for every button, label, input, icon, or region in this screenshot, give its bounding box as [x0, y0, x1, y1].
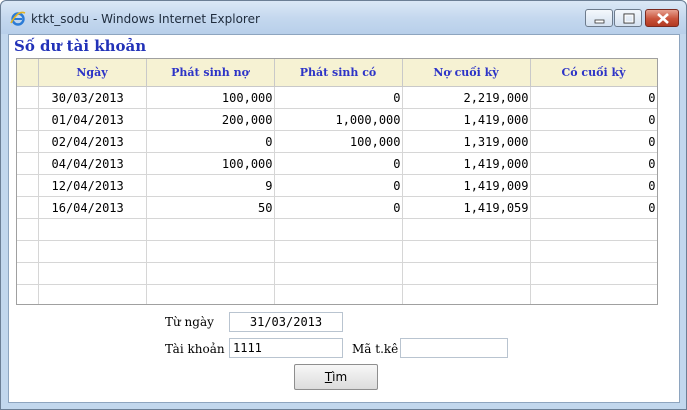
empty-cell[interactable]: [146, 262, 275, 285]
empty-cell[interactable]: [38, 218, 147, 241]
cell-credit[interactable]: 0: [274, 86, 403, 109]
account-label: Tài khoản: [165, 342, 225, 356]
table-row[interactable]: 04/04/2013 100,000 0 1,419,000 0: [17, 152, 657, 175]
row-selector[interactable]: [17, 240, 39, 263]
column-header-date[interactable]: Ngày: [38, 59, 147, 87]
empty-cell[interactable]: [146, 284, 275, 304]
cell-date[interactable]: 12/04/2013: [38, 174, 147, 197]
cell-end-credit[interactable]: 0: [530, 86, 657, 109]
empty-cell[interactable]: [38, 240, 147, 263]
column-header-selector: [17, 59, 39, 87]
cell-end-credit[interactable]: 0: [530, 152, 657, 175]
cell-end-debit[interactable]: 2,219,000: [402, 86, 531, 109]
column-header-end-credit[interactable]: Có cuối kỳ: [530, 59, 657, 87]
cell-debit[interactable]: 50: [146, 196, 275, 219]
row-selector[interactable]: [17, 130, 39, 153]
empty-cell[interactable]: [530, 262, 657, 285]
cell-end-debit[interactable]: 1,419,009: [402, 174, 531, 197]
table-row[interactable]: 30/03/2013 100,000 0 2,219,000 0: [17, 86, 657, 109]
column-header-debit[interactable]: Phát sinh nợ: [146, 59, 275, 87]
empty-cell[interactable]: [274, 240, 403, 263]
search-button[interactable]: Tìm: [294, 364, 378, 390]
empty-cell[interactable]: [530, 240, 657, 263]
cell-date[interactable]: 01/04/2013: [38, 108, 147, 131]
empty-cell[interactable]: [146, 218, 275, 241]
table-row[interactable]: 12/04/2013 9 0 1,419,009 0: [17, 174, 657, 197]
maximize-icon: [623, 13, 635, 24]
cell-end-credit[interactable]: 0: [530, 130, 657, 153]
cell-end-debit[interactable]: 1,319,000: [402, 130, 531, 153]
search-button-label: ìm: [332, 370, 348, 384]
empty-cell[interactable]: [274, 262, 403, 285]
table-row[interactable]: 01/04/2013 200,000 1,000,000 1,419,000 0: [17, 108, 657, 131]
cell-end-debit[interactable]: 1,419,059: [402, 196, 531, 219]
title-bar[interactable]: ktkt_sodu - Windows Internet Explorer: [1, 1, 686, 34]
empty-cell[interactable]: [402, 240, 531, 263]
window-title: ktkt_sodu - Windows Internet Explorer: [31, 12, 260, 26]
empty-cell[interactable]: [274, 218, 403, 241]
maximize-button[interactable]: [614, 9, 642, 27]
cell-debit[interactable]: 100,000: [146, 86, 275, 109]
row-selector[interactable]: [17, 196, 39, 219]
cell-date[interactable]: 16/04/2013: [38, 196, 147, 219]
table-row[interactable]: 16/04/2013 50 0 1,419,059 0: [17, 196, 657, 219]
cell-debit[interactable]: 200,000: [146, 108, 275, 131]
from-date-field[interactable]: 31/03/2013: [229, 312, 343, 332]
page-title: Số dư tài khoản: [14, 37, 147, 55]
empty-cell[interactable]: [146, 240, 275, 263]
cell-debit[interactable]: 9: [146, 174, 275, 197]
row-selector[interactable]: [17, 174, 39, 197]
row-selector[interactable]: [17, 284, 39, 304]
cell-end-credit[interactable]: 0: [530, 174, 657, 197]
empty-cell[interactable]: [402, 262, 531, 285]
row-selector[interactable]: [17, 152, 39, 175]
empty-table-row[interactable]: [17, 218, 657, 241]
from-date-label: Từ ngày: [165, 315, 214, 329]
empty-table-row[interactable]: [17, 262, 657, 285]
cell-debit[interactable]: 100,000: [146, 152, 275, 175]
cell-debit[interactable]: 0: [146, 130, 275, 153]
cell-credit[interactable]: 1,000,000: [274, 108, 403, 131]
empty-cell[interactable]: [38, 284, 147, 304]
account-field[interactable]: 1111: [229, 338, 343, 358]
cell-date[interactable]: 02/04/2013: [38, 130, 147, 153]
row-selector[interactable]: [17, 262, 39, 285]
column-header-credit[interactable]: Phát sinh có: [274, 59, 403, 87]
cell-date[interactable]: 04/04/2013: [38, 152, 147, 175]
empty-cell[interactable]: [530, 218, 657, 241]
empty-cell[interactable]: [530, 284, 657, 304]
close-icon: [657, 13, 669, 24]
internet-explorer-icon: [10, 11, 26, 26]
page-content: Số dư tài khoản Ngày Phát sinh nợ Phát s…: [8, 34, 680, 403]
cell-credit[interactable]: 0: [274, 174, 403, 197]
empty-table-row[interactable]: [17, 240, 657, 263]
cell-credit[interactable]: 0: [274, 196, 403, 219]
empty-cell[interactable]: [402, 284, 531, 304]
table-header-row: Ngày Phát sinh nợ Phát sinh có Nợ cuối k…: [17, 59, 657, 87]
stat-code-field[interactable]: [400, 338, 508, 358]
close-button[interactable]: [645, 9, 679, 27]
empty-cell[interactable]: [274, 284, 403, 304]
browser-window: ktkt_sodu - Windows Internet Explorer Số…: [0, 0, 687, 410]
cell-end-credit[interactable]: 0: [530, 196, 657, 219]
cell-date[interactable]: 30/03/2013: [38, 86, 147, 109]
cell-credit[interactable]: 0: [274, 152, 403, 175]
cell-end-credit[interactable]: 0: [530, 108, 657, 131]
empty-table-row[interactable]: [17, 284, 657, 304]
cell-end-debit[interactable]: 1,419,000: [402, 108, 531, 131]
empty-cell[interactable]: [402, 218, 531, 241]
stat-code-label: Mã t.kê: [352, 342, 399, 356]
row-selector[interactable]: [17, 108, 39, 131]
empty-cell[interactable]: [38, 262, 147, 285]
balance-grid: Ngày Phát sinh nợ Phát sinh có Nợ cuối k…: [16, 58, 658, 305]
row-selector[interactable]: [17, 218, 39, 241]
table-row[interactable]: 02/04/2013 0 100,000 1,319,000 0: [17, 130, 657, 153]
cell-credit[interactable]: 100,000: [274, 130, 403, 153]
minimize-button[interactable]: [585, 9, 613, 27]
minimize-icon: [594, 19, 605, 24]
cell-end-debit[interactable]: 1,419,000: [402, 152, 531, 175]
column-header-end-debit[interactable]: Nợ cuối kỳ: [402, 59, 531, 87]
row-selector[interactable]: [17, 86, 39, 109]
balance-table: Ngày Phát sinh nợ Phát sinh có Nợ cuối k…: [17, 59, 657, 304]
